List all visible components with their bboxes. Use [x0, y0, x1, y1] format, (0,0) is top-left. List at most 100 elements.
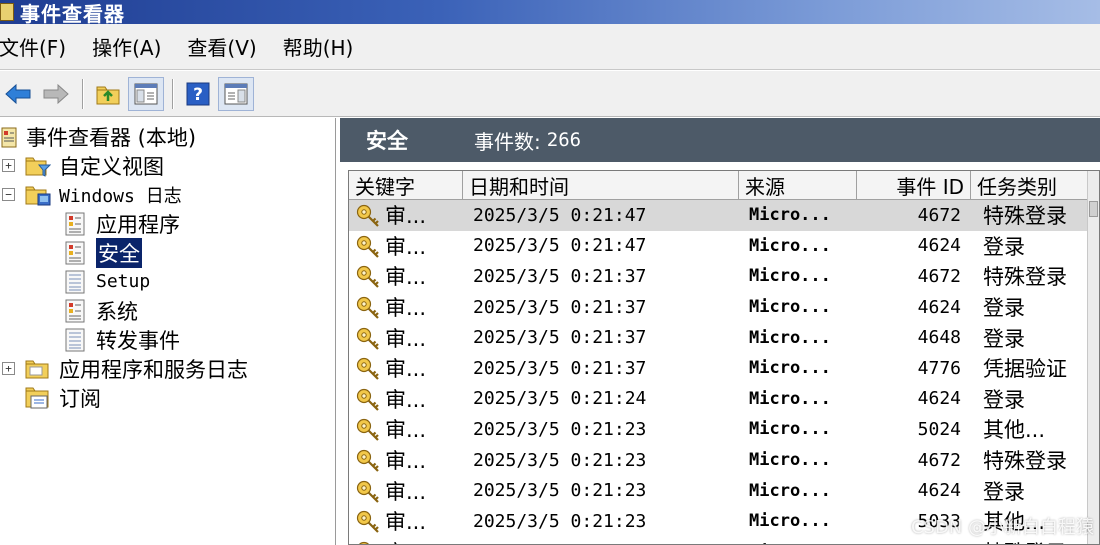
keyword-text: 审... — [385, 479, 427, 504]
table-row[interactable]: 审... 2025/3/5 0:21:23 Micro... 4672 特殊登录 — [349, 445, 1099, 476]
table-row[interactable]: 审... 2025/3/5 0:21:47 Micro... 4672 特殊登录 — [349, 200, 1099, 231]
audit-key-icon — [355, 203, 385, 228]
table-row[interactable]: 审... 2025/3/5 0:21:23 Micro... 5024 其他... — [349, 414, 1099, 445]
source-cell: Micro... — [749, 297, 831, 318]
help-icon[interactable]: ? — [180, 77, 216, 111]
expand-icon[interactable]: + — [2, 159, 15, 172]
keyword-text: 审... — [385, 204, 427, 229]
task-category-cell: 特殊登录 — [983, 265, 1067, 290]
title-bar: 事件查看器 — [0, 0, 1100, 26]
filtered-folder-icon — [25, 154, 51, 178]
column-header-keywords[interactable]: 关键字 — [349, 171, 463, 200]
event-id-cell: 4624 — [917, 388, 961, 410]
audit-key-icon — [355, 417, 385, 442]
tree-item-subscriptions[interactable]: 订阅 — [25, 383, 101, 412]
tree-label: Windows 日志 — [59, 185, 182, 207]
audit-key-icon — [355, 234, 385, 258]
tree-item-security[interactable]: 安全 — [62, 237, 142, 268]
event-viewer-icon — [0, 125, 18, 149]
date-time-cell: 2025/3/5 0:21:23 — [473, 449, 647, 471]
tree-item-application[interactable]: 应用程序 — [62, 209, 180, 238]
event-viewer-app-icon — [0, 3, 14, 21]
tree-item-event-viewer-local[interactable]: 事件查看器 (本地) — [0, 122, 196, 151]
menu-help[interactable]: 帮助(H) — [283, 32, 354, 61]
keyword-cell: 审... — [349, 384, 463, 415]
source-cell: Micro... — [749, 450, 831, 471]
tree-item-windows-logs[interactable]: − Windows 日志 — [2, 180, 182, 209]
tree-item-app-service-logs[interactable]: + 应用程序和服务日志 — [2, 354, 248, 383]
scrollbar-thumb[interactable] — [1089, 201, 1098, 217]
events-pane: 安全 事件数: 266 关键字 日期和时间 来源 事件 ID 任务类别 审...… — [340, 118, 1100, 545]
column-header-source[interactable]: 来源 — [739, 171, 857, 200]
forward-icon[interactable] — [38, 77, 74, 111]
tree-item-setup[interactable]: Setup — [62, 267, 150, 296]
keyword-text: 审... — [385, 387, 427, 412]
audit-key-icon — [355, 448, 385, 472]
table-row[interactable]: 审... 2025/3/5 0:21:24 Micro... 4624 登录 — [349, 384, 1099, 415]
event-id-cell: 4624 — [917, 296, 961, 318]
up-folder-icon[interactable] — [90, 77, 126, 111]
keyword-cell: 审... — [349, 506, 463, 537]
tree-item-system[interactable]: 系统 — [62, 296, 138, 325]
date-time-cell: 2025/3/5 0:21:37 — [473, 296, 647, 318]
events-table: 关键字 日期和时间 来源 事件 ID 任务类别 审... 2025/3/5 0:2… — [348, 170, 1100, 545]
tree-item-custom-views[interactable]: + 自定义视图 — [2, 151, 164, 180]
menu-view[interactable]: 查看(V) — [187, 32, 256, 61]
collapse-icon[interactable]: − — [2, 188, 15, 201]
table-row[interactable]: 审... 2025/3/5 0:21:37 Micro... 4672 特殊登录 — [349, 261, 1099, 292]
column-header-event-id[interactable]: 事件 ID — [857, 171, 971, 200]
keyword-text: 审... — [385, 326, 427, 351]
keyword-cell: 审... — [349, 200, 463, 231]
toolbar-separator — [82, 78, 84, 109]
tree-label: 转发事件 — [96, 328, 180, 353]
task-category-cell: 特殊登录 — [983, 449, 1067, 474]
table-header: 关键字 日期和时间 来源 事件 ID 任务类别 — [349, 171, 1099, 200]
log-icon — [62, 270, 88, 294]
table-row[interactable]: 审... 2025/3/5 0:21:23 Micro... 4624 登录 — [349, 475, 1099, 506]
event-count: 266 — [546, 129, 582, 151]
date-time-cell: 2025/3/5 0:21:37 — [473, 357, 647, 379]
menu-action[interactable]: 操作(A) — [92, 32, 161, 61]
task-category-cell: 登录 — [983, 387, 1025, 412]
keyword-cell: 审... — [349, 475, 463, 506]
task-category-cell: 特殊登录 — [983, 204, 1067, 229]
tree-label: 应用程序 — [96, 212, 180, 237]
date-time-cell: 2025/3/5 0:21:47 — [473, 235, 647, 257]
task-category-cell: 登录 — [983, 296, 1025, 321]
table-row[interactable]: 审... 2025/3/5 0:21:37 Micro... 4776 凭据验证 — [349, 353, 1099, 384]
event-count-label: 事件数: — [474, 129, 541, 154]
column-header-date-time[interactable]: 日期和时间 — [463, 171, 739, 200]
log-icon — [62, 241, 88, 265]
source-cell: Micro... — [749, 358, 831, 379]
tree-item-forwarded-events[interactable]: 转发事件 — [62, 325, 180, 354]
expand-icon[interactable]: + — [2, 362, 15, 375]
table-body: 审... 2025/3/5 0:21:47 Micro... 4672 特殊登录 审...… — [349, 200, 1099, 544]
source-cell: Micro... — [749, 480, 831, 501]
show-hide-action-pane-icon[interactable] — [218, 76, 254, 111]
keyword-text: 审... — [385, 449, 427, 474]
keyword-cell: 审... — [349, 292, 463, 323]
event-id-cell: 4624 — [917, 235, 961, 257]
table-row[interactable]: 审... 2025/3/5 0:21:37 Micro... 4648 登录 — [349, 322, 1099, 353]
vertical-scrollbar[interactable] — [1087, 171, 1099, 544]
column-header-task-category[interactable]: 任务类别 — [971, 171, 1091, 200]
keyword-cell: 审... — [349, 231, 463, 262]
audit-key-icon — [355, 295, 385, 319]
tree-label: 自定义视图 — [59, 154, 164, 179]
date-time-cell: 2025/3/5 0:21:24 — [473, 388, 647, 410]
menu-file[interactable]: 文件(F) — [0, 32, 66, 61]
task-category-cell: 登录 — [983, 479, 1025, 504]
event-id-cell: 4624 — [917, 480, 961, 502]
show-hide-tree-icon[interactable] — [128, 76, 164, 111]
keyword-text: 审... — [385, 537, 426, 544]
table-row[interactable]: 审... 2025/3/5 0:21:47 Micro... 4624 登录 — [349, 231, 1099, 262]
keyword-text: 审... — [385, 296, 427, 321]
keyword-cell: 审... — [349, 445, 463, 476]
log-icon — [62, 299, 88, 323]
audit-key-icon — [355, 509, 385, 534]
keyword-text: 审... — [385, 357, 427, 382]
event-id-cell: 4672 — [917, 449, 961, 471]
back-icon[interactable] — [0, 77, 36, 111]
date-time-cell: 2025/3/5 0:21:23 — [473, 480, 647, 502]
table-row[interactable]: 审... 2025/3/5 0:21:37 Micro... 4624 登录 — [349, 292, 1099, 323]
